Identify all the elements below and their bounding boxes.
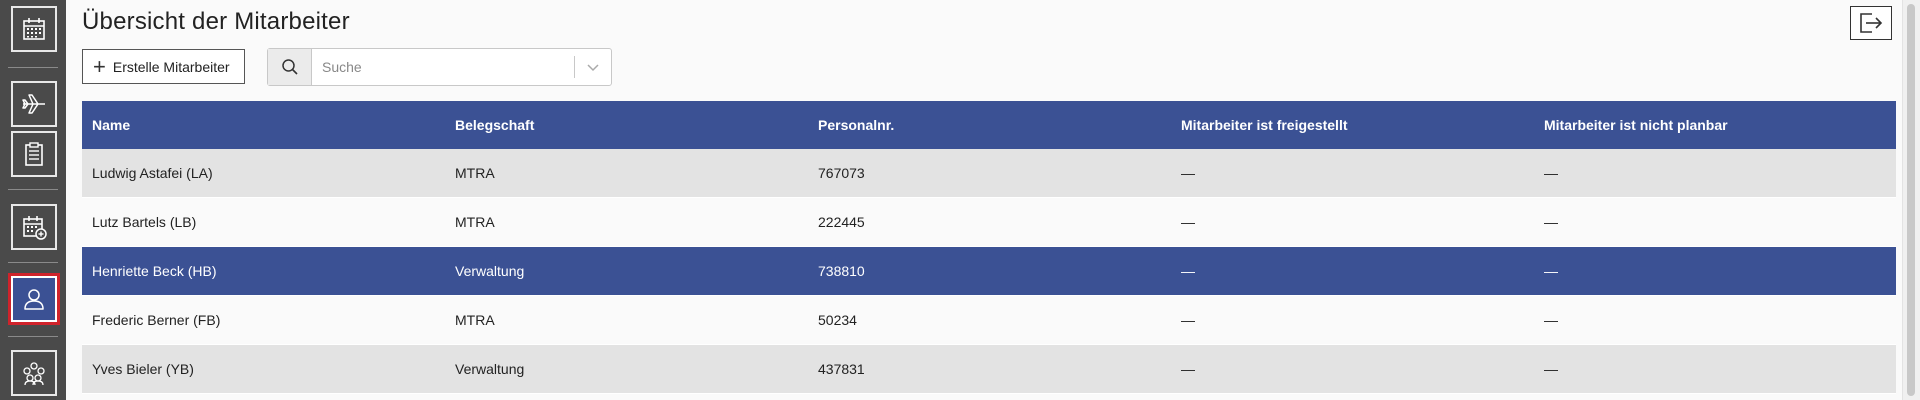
sidebar-item-groups[interactable]	[11, 350, 57, 396]
cell-number: 738810	[818, 263, 865, 279]
cell-not-plannable: —	[1544, 165, 1558, 181]
cell-name: Henriette Beck (HB)	[92, 263, 217, 279]
search-input[interactable]	[312, 49, 574, 85]
page-title: Übersicht der Mitarbeiter	[82, 8, 350, 35]
sidebar-separator	[8, 67, 58, 68]
cell-released: —	[1181, 361, 1195, 377]
sidebar	[0, 0, 66, 400]
cell-released: —	[1181, 214, 1195, 230]
create-employee-label: Erstelle Mitarbeiter	[112, 58, 230, 75]
table-row[interactable]: Lutz Bartels (LB) MTRA 222445 — —	[82, 198, 1896, 247]
scrollbar[interactable]	[1902, 0, 1920, 400]
cell-name: Ludwig Astafei (LA)	[92, 165, 213, 181]
table-row[interactable]: Ludwig Astafei (LA) MTRA 767073 — —	[82, 149, 1896, 198]
column-header-released[interactable]: Mitarbeiter ist freigestellt	[1171, 117, 1534, 133]
cell-not-plannable: —	[1544, 263, 1558, 279]
plus-icon: +	[93, 53, 106, 79]
sidebar-separator	[8, 336, 58, 337]
cell-staff: MTRA	[455, 312, 495, 328]
column-header-name[interactable]: Name	[82, 117, 445, 133]
cell-number: 50234	[818, 312, 857, 328]
employee-table: Name Belegschaft Personalnr. Mitarbeiter…	[82, 101, 1896, 394]
table-row[interactable]: Frederic Berner (FB) MTRA 50234 — —	[82, 296, 1896, 345]
airplane-icon	[22, 94, 45, 114]
sidebar-item-flight[interactable]	[11, 81, 57, 127]
cell-name: Yves Bieler (YB)	[92, 361, 194, 377]
search-dropdown-toggle[interactable]	[575, 49, 611, 85]
cell-number: 222445	[818, 214, 865, 230]
sidebar-item-clipboard[interactable]	[11, 131, 57, 177]
cell-number: 437831	[818, 361, 865, 377]
search-box	[267, 48, 612, 86]
column-header-number[interactable]: Personalnr.	[808, 117, 1171, 133]
cell-staff: Verwaltung	[455, 263, 525, 279]
search-icon	[281, 59, 298, 75]
cell-released: —	[1181, 312, 1195, 328]
cell-name: Lutz Bartels (LB)	[92, 214, 197, 230]
cell-released: —	[1181, 263, 1195, 279]
chevron-down-icon	[587, 64, 599, 72]
cell-name: Frederic Berner (FB)	[92, 312, 221, 328]
table-header: Name Belegschaft Personalnr. Mitarbeiter…	[82, 101, 1896, 149]
column-header-staff[interactable]: Belegschaft	[445, 117, 808, 133]
logout-button[interactable]	[1850, 6, 1892, 40]
cell-released: —	[1181, 165, 1195, 181]
cell-staff: MTRA	[455, 214, 495, 230]
cell-not-plannable: —	[1544, 361, 1558, 377]
sidebar-item-calendar-add[interactable]	[11, 204, 57, 250]
logout-icon	[1860, 13, 1883, 33]
sidebar-separator	[8, 262, 58, 263]
scrollbar-thumb[interactable]	[1907, 4, 1915, 396]
sidebar-item-calendar[interactable]	[11, 6, 57, 52]
cell-staff: Verwaltung	[455, 361, 525, 377]
create-employee-button[interactable]: + Erstelle Mitarbeiter	[82, 49, 245, 84]
cell-not-plannable: —	[1544, 214, 1558, 230]
table-row[interactable]: Yves Bieler (YB) Verwaltung 437831 — —	[82, 345, 1896, 394]
column-header-not-plannable[interactable]: Mitarbeiter ist nicht planbar	[1534, 117, 1896, 133]
sidebar-item-employee[interactable]	[8, 273, 60, 325]
table-row-selected[interactable]: Henriette Beck (HB) Verwaltung 738810 — …	[82, 247, 1896, 296]
group-icon	[23, 362, 45, 386]
cell-not-plannable: —	[1544, 312, 1558, 328]
user-icon	[24, 289, 44, 310]
calendar-icon	[23, 18, 45, 40]
cell-staff: MTRA	[455, 165, 495, 181]
calendar-plus-icon	[23, 216, 47, 240]
clipboard-icon	[25, 142, 43, 166]
main-content: Übersicht der Mitarbeiter + Erstelle Mit…	[66, 0, 1902, 400]
cell-number: 767073	[818, 165, 865, 181]
search-button[interactable]	[268, 49, 312, 85]
sidebar-separator	[8, 189, 58, 190]
